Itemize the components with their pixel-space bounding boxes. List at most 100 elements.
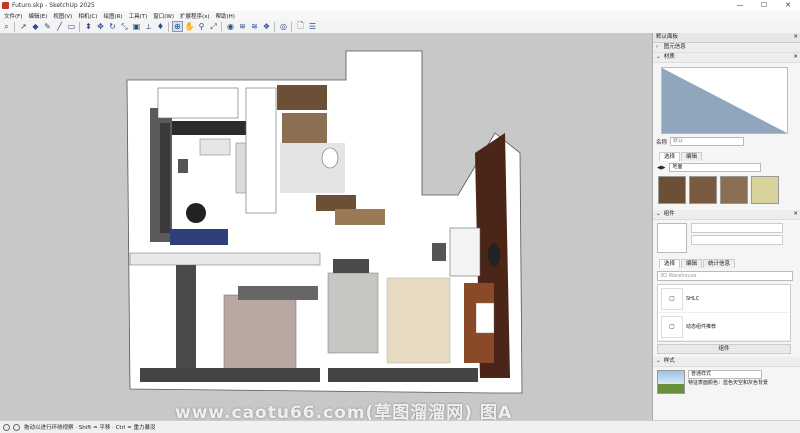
stool [178, 159, 188, 173]
bathroom-vanity [316, 195, 356, 211]
user-icon[interactable] [13, 423, 20, 431]
move-icon[interactable]: ✥ [95, 21, 106, 32]
model-viewport[interactable] [0, 33, 652, 420]
maximize-button[interactable]: ☐ [752, 0, 776, 11]
search-icon[interactable]: ⌕ [1, 21, 12, 32]
zoom-icon[interactable]: ⚲ [196, 21, 207, 32]
expand-arrow-icon: ⌄ [656, 54, 661, 60]
component-desc-field[interactable] [691, 235, 783, 245]
material-preview [661, 67, 788, 134]
3d-warehouse-icon[interactable]: ≋ [237, 21, 248, 32]
style-name[interactable]: 普通样式 [688, 370, 762, 379]
zoom-extents-icon[interactable]: ⤢ [208, 21, 219, 32]
menu-edit[interactable]: 编辑(E) [28, 12, 47, 20]
section-components[interactable]: ⌄ 组件 ✕ [653, 210, 800, 220]
menu-tools[interactable]: 工具(T) [129, 12, 148, 20]
section-entity-info[interactable]: › 图元信息 [653, 43, 800, 53]
kitchen-upper-cabinet [157, 87, 239, 119]
list-item[interactable]: ▢ 动态组件推荐 [658, 313, 790, 341]
menu-draw[interactable]: 绘图(R) [103, 12, 122, 20]
minimize-button[interactable]: — [728, 0, 752, 11]
floor-rug [386, 277, 451, 364]
tab-select[interactable]: 选择 [659, 152, 681, 161]
section-styles[interactable]: ⌄ 样式 [653, 357, 800, 367]
pan-icon[interactable]: ✋ [184, 21, 195, 32]
dining-chair-right [488, 243, 500, 267]
tape-icon[interactable]: ⟂ [143, 21, 154, 32]
kitchen-counter [172, 121, 252, 135]
material-name-input[interactable]: 默认 [670, 137, 745, 146]
tv-stand [333, 259, 369, 273]
material-library-row: ◀ ▶ 地面 [657, 163, 800, 172]
sofa [327, 272, 379, 354]
select-icon[interactable]: ➚ [18, 21, 29, 32]
component-search-input[interactable]: 3D Warehouse [657, 271, 793, 281]
component-list: ▢ SHLC ▢ 动态组件推荐 [657, 284, 791, 342]
menu-help[interactable]: 帮助(H) [216, 12, 235, 20]
window-title: Futuro.skp - SketchUp 2025 [12, 2, 95, 9]
close-icon[interactable]: ✕ [793, 210, 798, 219]
menu-file[interactable]: 文件(F) [4, 12, 22, 20]
bed [223, 294, 297, 372]
settings-icon[interactable]: ☰ [307, 21, 318, 32]
dining-table [449, 227, 481, 277]
tab-statistics[interactable]: 统计信息 [703, 259, 736, 268]
menu-view[interactable]: 视图(V) [53, 12, 72, 20]
extension-icon[interactable]: ≋ [249, 21, 260, 32]
tray-title: 默认面板 ✕ [653, 33, 800, 43]
info-icon[interactable] [3, 423, 10, 431]
rectangle-icon[interactable]: ▭ [66, 21, 77, 32]
left-wall-detail [160, 123, 170, 233]
sketchup-logo-icon [2, 2, 9, 9]
bedroom-floor-front [140, 368, 320, 382]
material-name-row: 名称 默认 [656, 137, 800, 146]
bed-headboard [238, 286, 318, 300]
line-icon[interactable]: ╱ [54, 21, 65, 32]
close-button[interactable]: ✕ [776, 0, 800, 11]
components-icon[interactable]: ❖ [261, 21, 272, 32]
paint-icon[interactable]: ♦ [155, 21, 166, 32]
tab-edit[interactable]: 编辑 [681, 152, 703, 161]
toolbar: ⌕ ➚ ◆ ✎ ╱ ▭ ⬍ ✥ ↻ ⤡ ▣ ⟂ ♦ ⊕ ✋ ⚲ ⤢ ◉ ≋ ≋ … [0, 20, 800, 34]
desk-top [475, 302, 495, 334]
rotate-icon[interactable]: ↻ [107, 21, 118, 32]
material-name-label: 名称 [656, 139, 668, 146]
forward-icon[interactable]: ▶ [661, 165, 665, 171]
offset-icon[interactable]: ▣ [131, 21, 142, 32]
menu-extensions[interactable]: 扩展程序(x) [180, 12, 210, 20]
material-swatch[interactable] [689, 176, 717, 204]
status-hint: 拖动以进行环绕视察 · Shift = 平移 · Ctrl = 重力暴没 [24, 425, 156, 431]
tab-select[interactable]: 选择 [659, 259, 681, 268]
pencil-icon[interactable]: ✎ [42, 21, 53, 32]
default-tray: 默认面板 ✕ › 图元信息 ⌄ 材质 ✕ 名称 默认 选择 编辑 ◀ ▶ 地面 … [652, 33, 800, 420]
eraser-icon[interactable]: ◆ [30, 21, 41, 32]
menu-window[interactable]: 窗口(W) [153, 12, 174, 20]
material-swatches [658, 176, 800, 204]
styles-icon[interactable]: ◎ [278, 21, 289, 32]
material-swatch[interactable] [751, 176, 779, 204]
style-description: 特征表面颜色：蓝色天空和灰色背景 [688, 380, 769, 386]
push-pull-icon[interactable]: ⬍ [83, 21, 94, 32]
status-bar: 拖动以进行环绕视察 · Shift = 平移 · Ctrl = 重力暴没 [0, 420, 800, 433]
scale-icon[interactable]: ⤡ [119, 21, 130, 32]
wardrobe [176, 265, 196, 375]
new-file-icon[interactable]: 🗋 [295, 21, 306, 32]
tab-edit[interactable]: 编辑 [681, 259, 703, 268]
lower-partition [129, 252, 321, 266]
toilet [321, 147, 339, 169]
list-item[interactable]: ▢ SHLC [658, 285, 790, 313]
material-swatch[interactable] [658, 176, 686, 204]
bathroom-shower [282, 113, 327, 143]
material-swatch[interactable] [720, 176, 748, 204]
tray-close-icon[interactable]: ✕ [793, 33, 798, 42]
section-materials[interactable]: ⌄ 材质 ✕ [653, 53, 800, 63]
close-icon[interactable]: ✕ [793, 53, 798, 62]
floor-plan-model[interactable] [0, 33, 652, 420]
component-info [657, 223, 800, 253]
section-icon[interactable]: ◉ [225, 21, 236, 32]
menu-camera[interactable]: 相机(C) [78, 12, 97, 20]
orbit-icon[interactable]: ⊕ [172, 21, 183, 32]
material-library-select[interactable]: 地面 [669, 163, 762, 172]
component-name-field[interactable] [691, 223, 783, 233]
bathroom-partition [245, 87, 277, 214]
